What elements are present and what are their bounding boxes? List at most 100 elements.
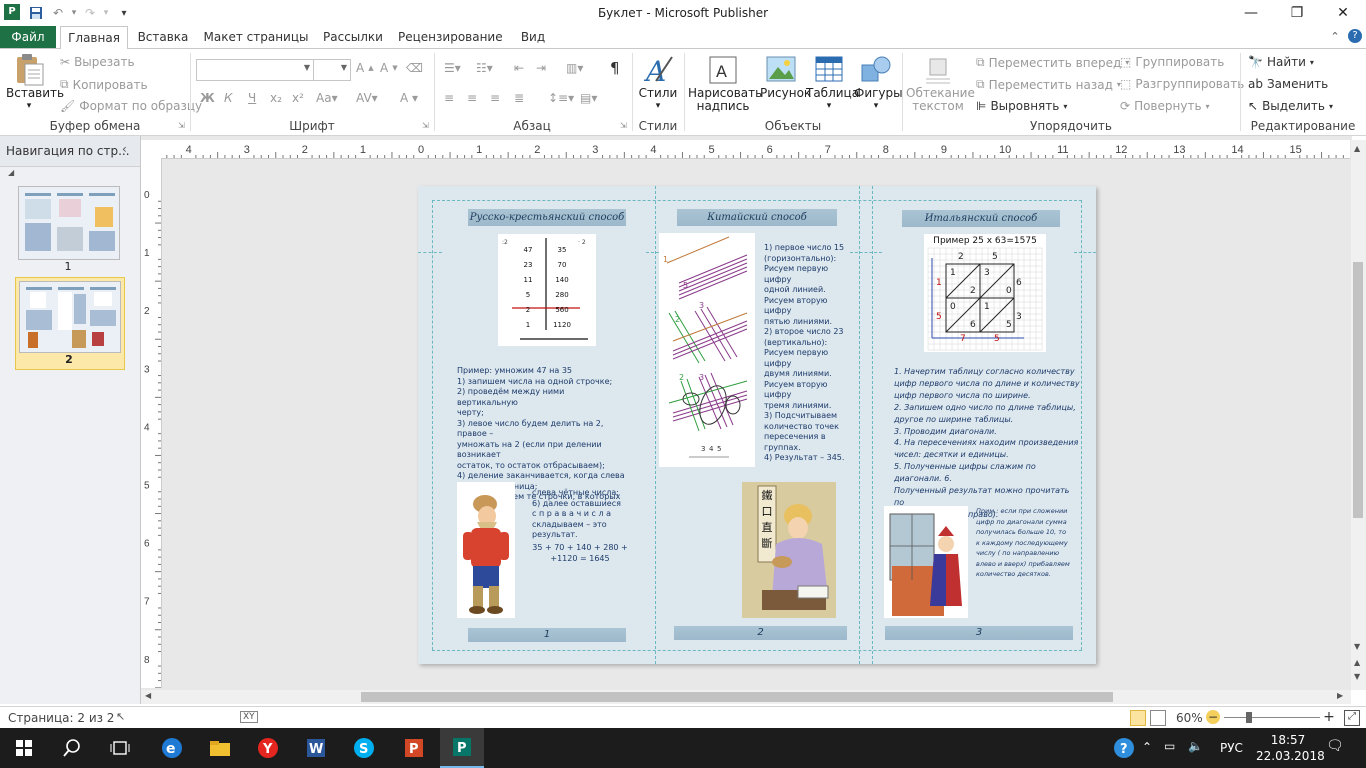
fit-page-button[interactable]: ⤢ [1344,710,1360,726]
clock-date[interactable]: 22.03.2018 [1256,749,1325,763]
help-tray-icon[interactable]: ? [1102,728,1146,768]
italian-method-grid[interactable]: Пример 25 х 63=1575 2 5 6 3 1 5 7 5 1 3 … [924,234,1046,352]
group-button[interactable]: ⬚ Группировать [1120,55,1224,69]
publisher-app-taskbar-icon[interactable]: P [440,728,484,768]
col2-heading[interactable]: Китайский способ [677,209,837,226]
scroll-down-icon[interactable]: ▼ [1354,642,1360,651]
collapse-ribbon-icon[interactable]: ⌃ [1328,30,1342,44]
col2-footer[interactable]: 2 [674,626,847,640]
col3-text[interactable]: 1. Начертим таблицу согласно количеству ц… [894,366,1080,521]
bring-forward-button[interactable]: ⧉ Переместить вперед ▾ [976,55,1129,70]
tab-view[interactable]: Вид [514,26,552,48]
horizontal-scroll-thumb[interactable] [361,692,1113,702]
shading-button[interactable]: ▤▾ [580,91,597,105]
chinese-method-diagram[interactable]: 1 5 3 2 3 2 3 4 5 [659,233,755,467]
col2-text[interactable]: 1) первое число 15 (горизонтально): Рисуем… [764,243,856,464]
numbering-button[interactable]: ☷▾ [476,61,493,75]
clock-time[interactable]: 18:57 [1266,733,1310,747]
justify-button[interactable]: ≣ [514,91,524,105]
copy-button[interactable]: ⧉ Копировать [60,77,148,92]
character-spacing-button[interactable]: AV▾ [356,91,378,105]
superscript-button[interactable]: x² [292,91,304,105]
tab-page-layout[interactable]: Макет страницы [202,26,310,48]
edge-browser-icon[interactable]: e [150,728,194,768]
page-thumbnail-1[interactable] [18,186,120,260]
page-indicator[interactable]: Страница: 2 из 2 [8,711,114,725]
col3-footer[interactable]: 3 [885,626,1073,640]
notifications-icon[interactable]: 🗨 [1326,738,1344,754]
clipboard-launcher-icon[interactable]: ⇲ [178,121,185,130]
paragraph-launcher-icon[interactable]: ⇲ [620,121,627,130]
bullets-button[interactable]: ☰▾ [444,61,461,75]
document-page[interactable]: Русско-крестьянский способ :2 · 2 47 35 23… [418,186,1096,664]
volume-icon[interactable]: 🔈 [1188,739,1203,753]
clear-formatting-icon[interactable]: ⌫ [406,61,423,75]
powerpoint-app-icon[interactable]: P [392,728,436,768]
page-thumbnail-2[interactable] [19,281,121,353]
col3-note[interactable]: Прим.: если при сложении цифр по диагонал… [976,506,1080,580]
font-color-button[interactable]: A ▾ [400,91,418,105]
styles-button[interactable]: A Стили ▾ [638,53,678,113]
tab-file[interactable]: Файл [0,26,56,48]
file-explorer-icon[interactable] [198,728,242,768]
search-icon[interactable] [50,728,94,768]
yandex-browser-icon[interactable]: Y [246,728,290,768]
change-case-button[interactable]: Aa▾ [316,91,338,105]
section-collapse-icon[interactable]: ◢ [8,168,14,177]
table-button[interactable]: Таблица ▾ [806,53,859,113]
grow-font-button[interactable]: A ▲ [356,61,374,75]
horizontal-scrollbar[interactable]: ◀ ▶ [141,690,1351,704]
align-button[interactable]: ⊫ Выровнять ▾ [976,99,1067,113]
decrease-indent-button[interactable]: ⇤ [514,61,524,75]
ruler-corner[interactable] [141,140,164,159]
wrap-text-button[interactable]: Обтекание текстом [906,53,975,113]
find-button[interactable]: 🔭 Найти ▾ [1248,55,1314,69]
skype-app-icon[interactable]: S [342,728,386,768]
minimize-button[interactable]: — [1228,0,1274,26]
format-painter-button[interactable]: 🖌 Формат по образцу [60,99,202,113]
zoom-slider-track[interactable] [1224,717,1320,718]
replace-button[interactable]: ab Заменить [1248,77,1328,91]
tab-home[interactable]: Главная [60,26,128,50]
word-app-icon[interactable]: W [294,728,338,768]
tab-review[interactable]: Рецензирование [398,26,503,48]
horizontal-ruler[interactable]: 4 3 2 1 0 1 2 3 4 5 6 7 8 9 10 11 12 13 14 15 [163,140,1350,159]
col1-heading[interactable]: Русско-крестьянский способ [468,209,626,226]
tray-overflow-icon[interactable]: ⌃ [1142,740,1152,754]
italian-jester-illustration[interactable] [884,506,968,618]
col1-side-text[interactable]: слева чётные числа; 6) далее оставшиеся с … [532,488,624,541]
increase-indent-button[interactable]: ⇥ [536,61,546,75]
subscript-button[interactable]: x₂ [270,91,282,105]
paste-button[interactable]: Вставить ▾ [6,53,64,113]
scroll-left-icon[interactable]: ◀ [145,691,151,700]
tab-mailings[interactable]: Рассылки [318,26,388,48]
collapse-pane-icon[interactable]: ‹ [122,142,127,156]
close-button[interactable]: ✕ [1320,0,1366,26]
cut-button[interactable]: ✂ Вырезать [60,55,135,69]
italic-button[interactable]: К [224,91,233,105]
vertical-scroll-thumb[interactable] [1353,262,1363,518]
align-left-button[interactable]: ≡ [444,91,454,105]
line-spacing-button[interactable]: ↕≡▾ [548,91,574,105]
restore-button[interactable]: ❐ [1274,0,1320,26]
windows-start-icon[interactable] [2,728,46,768]
prev-page-icon[interactable]: ▲ [1354,658,1360,667]
align-center-button[interactable]: ≡ [467,91,477,105]
underline-button[interactable]: Ч [248,91,256,105]
pilcrow-icon[interactable]: ¶ [610,59,620,77]
ungroup-button[interactable]: ⬚ Разгруппировать [1120,77,1244,91]
col1-footer[interactable]: 1 [468,628,626,642]
bold-button[interactable]: Ж [200,91,215,105]
scroll-up-icon[interactable]: ▲ [1354,144,1360,153]
single-page-view-button[interactable] [1130,710,1146,726]
paste-dropdown-icon[interactable]: ▾ [6,100,52,113]
zoom-out-button[interactable]: − [1206,710,1220,724]
scroll-right-icon[interactable]: ▶ [1337,691,1343,700]
align-right-button[interactable]: ≡ [490,91,500,105]
tab-insert[interactable]: Вставка [134,26,192,48]
font-launcher-icon[interactable]: ⇲ [422,121,429,130]
col1-sum[interactable]: 35 + 70 + 140 + 280 + +1120 = 1645 [526,543,634,564]
two-page-view-button[interactable] [1150,710,1166,726]
columns-button[interactable]: ▥▾ [566,61,583,75]
draw-text-box-button[interactable]: A Нарисовать надпись [688,53,762,113]
